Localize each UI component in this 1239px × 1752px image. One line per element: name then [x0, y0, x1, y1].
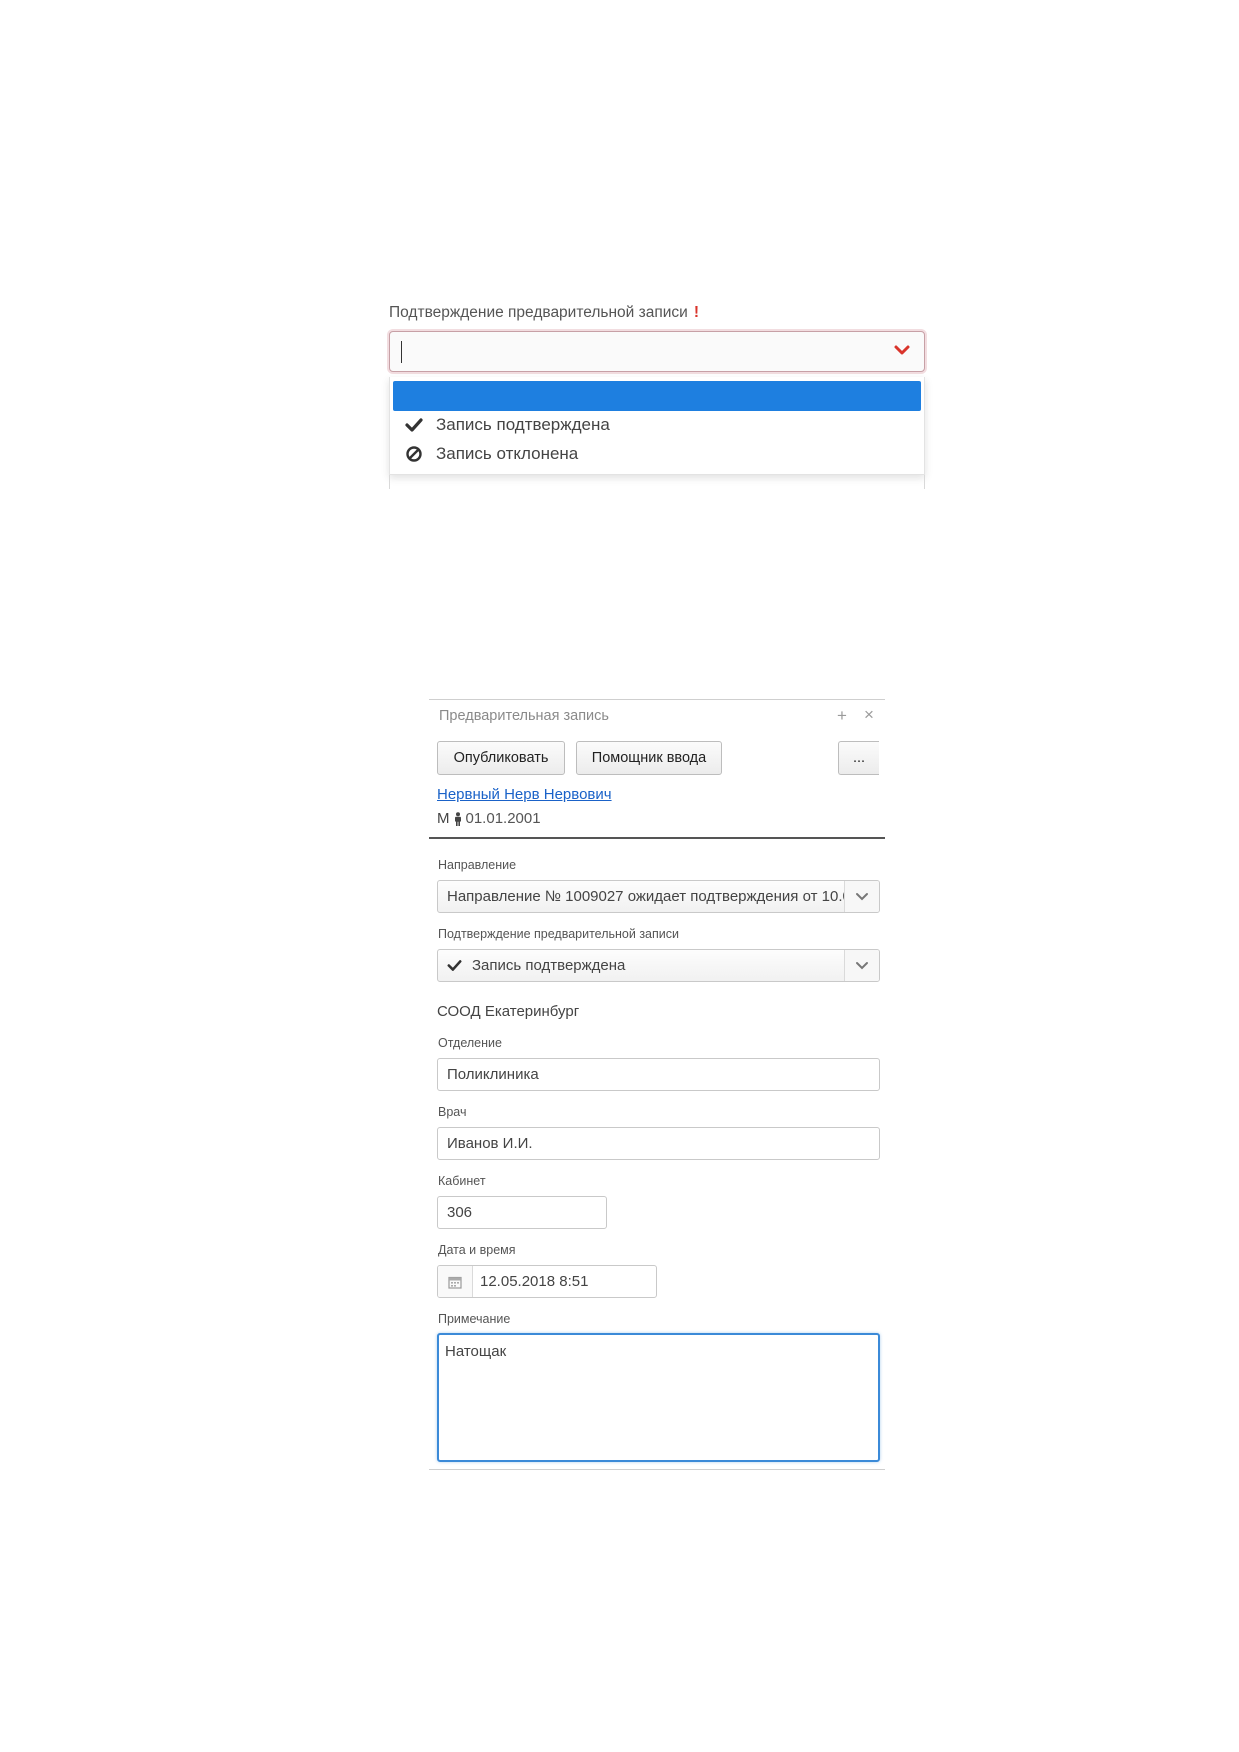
confirmation-field-value: Запись подтверждена: [472, 957, 626, 974]
panel-bottom-border: [429, 1469, 885, 1470]
panel-top-border: [429, 699, 885, 700]
chevron-down-icon[interactable]: [844, 881, 879, 912]
dropdown-option-rejected[interactable]: Запись отклонена: [404, 441, 578, 467]
patient-birthdate: 01.01.2001: [465, 810, 541, 827]
department-value: Поликлиника: [447, 1066, 539, 1083]
close-icon[interactable]: ×: [864, 705, 874, 725]
patient-sex: М: [437, 810, 450, 827]
dropdown-option-label: Запись подтверждена: [436, 415, 610, 434]
dropdown-list-border: [389, 475, 925, 489]
note-textarea[interactable]: Натощак: [437, 1333, 880, 1462]
direction-select[interactable]: Направление № 1009027 ожидает подтвержде…: [437, 880, 880, 913]
note-label: Примечание: [438, 1312, 511, 1326]
confirmation-label-text: Подтверждение предварительной записи: [389, 304, 688, 321]
datetime-field[interactable]: 12.05.2018 8:51: [437, 1265, 657, 1298]
ban-icon: [404, 444, 424, 464]
panel-title: Предварительная запись: [439, 708, 609, 724]
cabinet-field[interactable]: 306: [437, 1196, 607, 1229]
person-icon: [454, 811, 461, 826]
department-label: Отделение: [438, 1036, 502, 1050]
required-mark: !: [693, 304, 699, 321]
calendar-icon[interactable]: [438, 1266, 473, 1297]
cabinet-value: 306: [447, 1204, 473, 1221]
patient-name-link[interactable]: Нервный Нерв Нервович: [437, 786, 612, 803]
chevron-down-icon[interactable]: [892, 340, 912, 360]
confirmation-select[interactable]: [389, 331, 925, 372]
organization-name: СООД Екатеринбург: [437, 1003, 580, 1020]
doctor-field[interactable]: Иванов И.И.: [437, 1127, 880, 1160]
check-icon: [404, 415, 424, 435]
plus-icon[interactable]: +: [837, 706, 847, 726]
dropdown-option-confirmed[interactable]: Запись подтверждена: [404, 412, 610, 438]
datetime-label: Дата и время: [438, 1243, 516, 1257]
direction-value: Направление № 1009027 ожидает подтвержде…: [447, 888, 847, 905]
doctor-label: Врач: [438, 1105, 467, 1119]
input-helper-button[interactable]: Помощник ввода: [576, 741, 722, 775]
dropdown-option-empty[interactable]: [393, 381, 921, 411]
check-icon: [447, 959, 462, 972]
confirmation-label: Подтверждение предварительной записи!: [389, 304, 699, 322]
chevron-down-icon[interactable]: [844, 950, 879, 981]
datetime-value: 12.05.2018 8:51: [480, 1273, 589, 1290]
publish-button[interactable]: Опубликовать: [437, 741, 565, 775]
confirmation-field-select[interactable]: Запись подтверждена: [437, 949, 880, 982]
more-button[interactable]: ...: [838, 741, 879, 775]
patient-info: М 01.01.2001: [437, 810, 541, 827]
cabinet-label: Кабинет: [438, 1174, 486, 1188]
dropdown-option-label: Запись отклонена: [436, 444, 579, 463]
text-caret: [401, 341, 402, 363]
confirmation-field-label: Подтверждение предварительной записи: [438, 927, 679, 941]
doctor-value: Иванов И.И.: [447, 1135, 533, 1152]
department-field[interactable]: Поликлиника: [437, 1058, 880, 1091]
panel-divider: [429, 837, 885, 839]
direction-label: Направление: [438, 858, 517, 872]
note-value: Натощак: [445, 1343, 507, 1360]
